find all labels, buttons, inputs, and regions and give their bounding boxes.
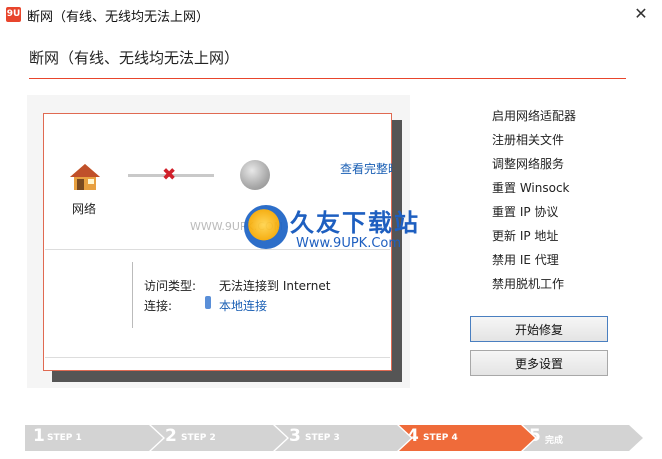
watermark-logo-icon — [244, 205, 288, 249]
view-full-map-link[interactable]: 查看完整映射 — [340, 160, 392, 177]
repair-step: 注册相关文件 — [492, 133, 565, 147]
repair-step: 调整网络服务 — [492, 157, 565, 171]
window-title: 断网（有线、无线均无法上网） — [27, 10, 210, 25]
disconnected-x-icon: ✖ — [162, 165, 177, 185]
watermark-url: Www.9UPK.Com — [296, 236, 402, 251]
repair-step: 更新 IP 地址 — [492, 229, 559, 243]
title-bar: 9U 断网（有线、无线均无法上网） ✕ — [0, 0, 662, 30]
page-heading: 断网（有线、无线均无法上网） — [29, 49, 240, 67]
repair-step: 禁用 IE 代理 — [492, 253, 559, 267]
step-segment-4: 4 STEP 4 — [399, 425, 535, 451]
start-repair-button[interactable]: 开始修复 — [470, 316, 608, 342]
connection-link[interactable]: 本地连接 — [219, 297, 267, 314]
step-segment-1: 1 STEP 1 — [25, 425, 163, 451]
access-type-value: 无法连接到 Internet — [219, 279, 331, 293]
step-label: STEP 3 — [305, 433, 340, 443]
access-type-label: 访问类型: — [144, 279, 197, 293]
step-label: 完成 — [545, 436, 564, 446]
internet-globe-icon — [240, 160, 270, 190]
repair-steps-list: 启用网络适配器 注册相关文件 调整网络服务 重置 Winsock 重置 IP 协… — [492, 107, 576, 299]
step-segment-2: 2 STEP 2 — [151, 425, 287, 451]
repair-step: 重置 IP 协议 — [492, 205, 559, 219]
heading-divider — [29, 78, 626, 79]
close-button[interactable]: ✕ — [626, 2, 656, 26]
app-icon: 9U — [6, 7, 21, 22]
step-number: 3 — [289, 426, 301, 446]
repair-step: 重置 Winsock — [492, 181, 570, 195]
watermark-text: 久友下载站 — [290, 209, 420, 237]
step-number: 2 — [165, 426, 177, 446]
repair-step: 启用网络适配器 — [492, 109, 577, 123]
network-label: 网络 — [72, 202, 97, 216]
connection-label: 连接: — [144, 299, 173, 313]
step-progress-bar: 1 STEP 1 2 STEP 2 3 STEP 3 4 STEP 4 5 完成 — [25, 425, 643, 451]
repair-step: 禁用脱机工作 — [492, 277, 565, 291]
step-segment-3: 3 STEP 3 — [275, 425, 411, 451]
step-label: STEP 2 — [181, 433, 216, 443]
panel-bottom-line — [45, 357, 390, 358]
step-segment-5: 5 完成 — [523, 425, 643, 451]
more-settings-button[interactable]: 更多设置 — [470, 350, 608, 376]
house-icon — [70, 164, 100, 190]
step-label: STEP 4 — [423, 433, 458, 443]
plug-icon — [205, 296, 211, 309]
panel-vertical-line — [132, 262, 133, 328]
step-number: 1 — [33, 426, 45, 446]
step-label: STEP 1 — [47, 433, 82, 443]
